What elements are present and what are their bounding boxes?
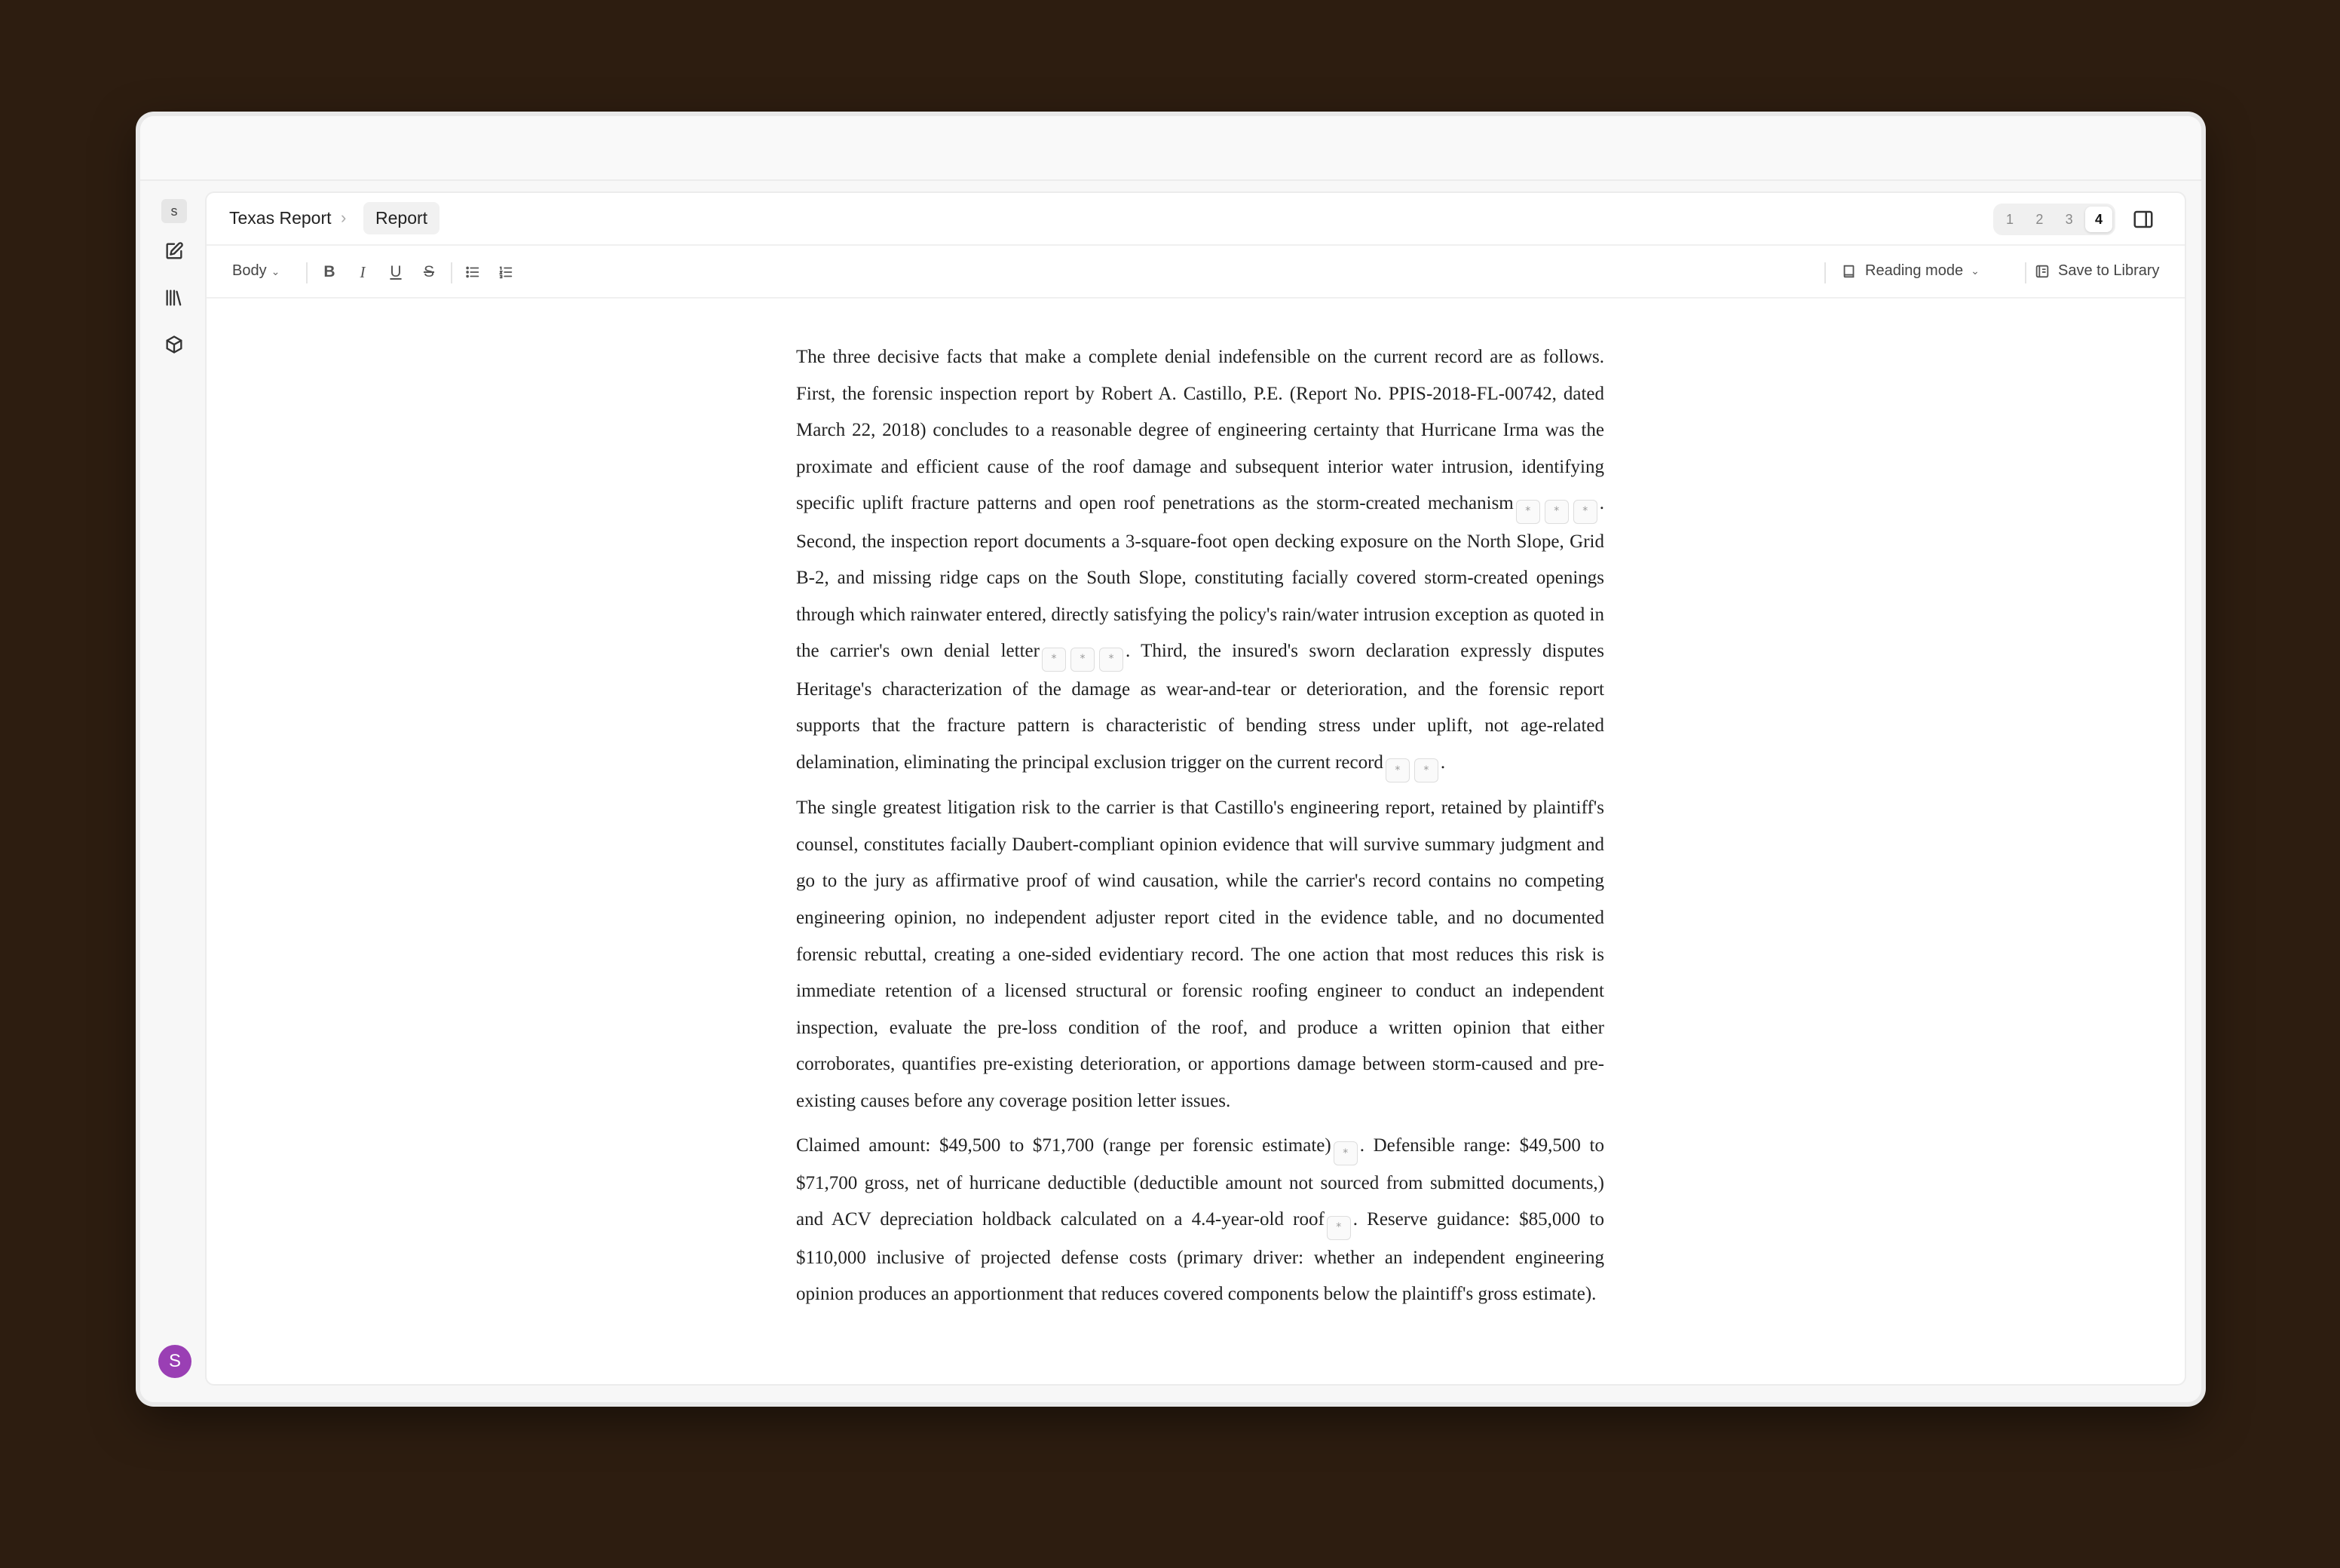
- user-avatar[interactable]: S: [158, 1345, 191, 1378]
- citation-chip[interactable]: *: [1070, 647, 1095, 672]
- panel-toggle-icon[interactable]: [2132, 208, 2155, 231]
- toolbar-divider: [306, 262, 308, 283]
- paragraph-text: Claimed amount: $49,500 to $71,700 (rang…: [796, 1135, 1331, 1156]
- paragraph-text: The single greatest litigation risk to t…: [796, 798, 1604, 1111]
- citation-chip[interactable]: *: [1326, 1215, 1351, 1240]
- paragraph-text: .: [1440, 752, 1446, 773]
- paragraph-text: . Second, the inspection report document…: [796, 493, 1604, 662]
- breadcrumb-current[interactable]: Report: [363, 202, 440, 234]
- reading-mode-select[interactable]: Reading mode ⌄: [1841, 262, 1980, 280]
- sidebar: s S: [140, 182, 205, 1402]
- page-button-1[interactable]: 1: [1996, 207, 2023, 232]
- formatting-toolbar: Body ⌄ B I U S Reading mode ⌄ Save to Li…: [207, 247, 2185, 299]
- paragraph: The three decisive facts that make a com…: [796, 339, 1604, 783]
- citation-chip[interactable]: *: [1413, 758, 1438, 783]
- editor-header: Texas Report › Report 1 2 3 4: [207, 193, 2185, 246]
- strikethrough-button[interactable]: S: [416, 259, 442, 285]
- italic-button[interactable]: I: [350, 259, 375, 285]
- window-title-bar: [140, 116, 2201, 181]
- text-style-value: Body: [232, 262, 267, 279]
- citation-chip[interactable]: *: [1515, 499, 1540, 524]
- app-window: s S Texas Report › Report 1 2 3 4 Body ⌄…: [140, 116, 2201, 1402]
- citation-chip[interactable]: *: [1041, 647, 1066, 672]
- package-icon[interactable]: [160, 330, 188, 359]
- numbered-list-icon[interactable]: [493, 259, 519, 285]
- library-icon[interactable]: [160, 283, 188, 312]
- workspace-badge[interactable]: s: [161, 199, 187, 223]
- page-button-2[interactable]: 2: [2026, 207, 2053, 232]
- chevron-down-icon: ⌄: [1971, 265, 1980, 277]
- save-to-library-label: Save to Library: [2058, 262, 2160, 279]
- bold-button[interactable]: B: [317, 259, 342, 285]
- toolbar-divider: [1824, 262, 1826, 283]
- reading-mode-label: Reading mode: [1865, 262, 1964, 279]
- breadcrumb-root[interactable]: Texas Report: [229, 208, 332, 228]
- citation-chip[interactable]: *: [1098, 647, 1123, 672]
- toolbar-divider: [2025, 262, 2026, 283]
- citation-chip[interactable]: *: [1573, 499, 1597, 524]
- bullet-list-icon[interactable]: [460, 259, 485, 285]
- save-to-library-button[interactable]: Save to Library: [2034, 262, 2160, 280]
- page-switcher: 1 2 3 4: [1993, 204, 2115, 235]
- toolbar-divider: [451, 262, 452, 283]
- new-note-icon[interactable]: [160, 237, 188, 265]
- breadcrumb-separator-icon: ›: [341, 208, 347, 227]
- citation-chip[interactable]: *: [1544, 499, 1569, 524]
- paragraph-text: The three decisive facts that make a com…: [796, 347, 1604, 514]
- citation-chip[interactable]: *: [1333, 1141, 1358, 1165]
- chevron-down-icon: ⌄: [271, 265, 280, 277]
- citation-chip[interactable]: *: [1385, 758, 1410, 783]
- paragraph: The single greatest litigation risk to t…: [796, 790, 1604, 1119]
- book-icon: [1843, 265, 1855, 277]
- underline-button[interactable]: U: [383, 259, 409, 285]
- library-save-icon: [2035, 265, 2049, 277]
- paragraph: Claimed amount: $49,500 to $71,700 (rang…: [796, 1128, 1604, 1313]
- document-body[interactable]: The three decisive facts that make a com…: [796, 339, 1604, 1321]
- editor-panel: Texas Report › Report 1 2 3 4 Body ⌄ B I …: [205, 191, 2186, 1386]
- page-button-4[interactable]: 4: [2084, 207, 2112, 232]
- page-button-3[interactable]: 3: [2056, 207, 2083, 232]
- text-style-select[interactable]: Body ⌄: [232, 262, 280, 280]
